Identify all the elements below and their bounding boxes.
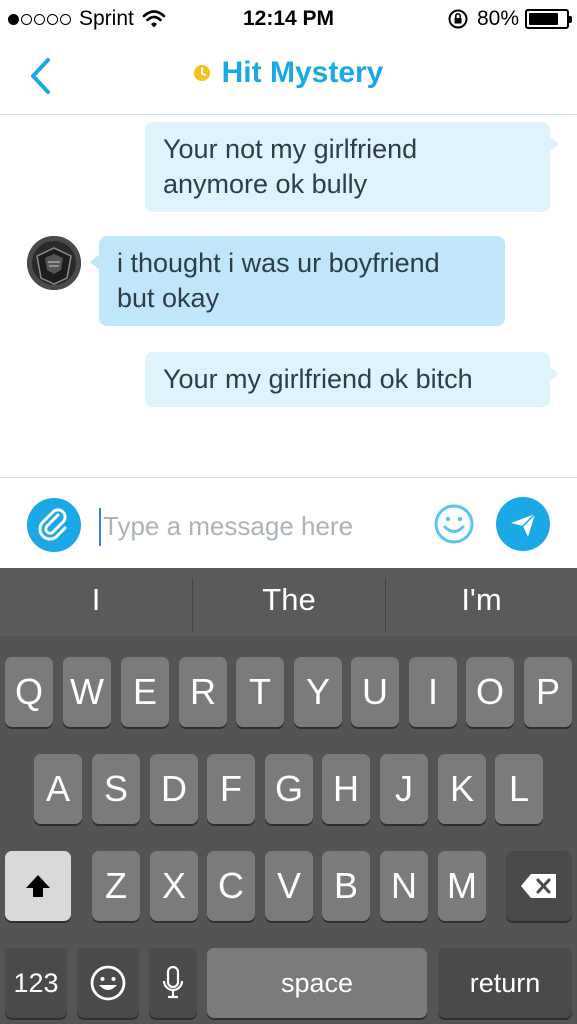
key-f[interactable]: F xyxy=(207,754,255,824)
send-button[interactable] xyxy=(496,497,550,551)
key-s[interactable]: S xyxy=(92,754,140,824)
suggestion-item[interactable]: I xyxy=(0,568,192,636)
message-bubble-incoming[interactable]: i thought i was ur boyfriend but okay xyxy=(90,236,505,326)
message-line: i thought i was ur boyfriend xyxy=(117,248,440,278)
return-key[interactable]: return xyxy=(438,948,572,1018)
key-w[interactable]: W xyxy=(63,657,111,727)
key-i[interactable]: I xyxy=(409,657,457,727)
key-r[interactable]: R xyxy=(179,657,227,727)
key-n[interactable]: N xyxy=(380,851,428,921)
key-u[interactable]: U xyxy=(351,657,399,727)
battery-percent: 80% xyxy=(476,7,519,30)
avatar-image xyxy=(27,236,81,290)
key-y[interactable]: Y xyxy=(294,657,342,727)
space-key[interactable]: space xyxy=(207,948,427,1018)
status-bar: Sprint 12:14 PM 80% xyxy=(0,0,577,38)
key-g[interactable]: G xyxy=(265,754,313,824)
key-k[interactable]: K xyxy=(438,754,486,824)
battery-fill xyxy=(529,13,558,25)
key-q[interactable]: Q xyxy=(5,657,53,727)
message-bubble-outgoing[interactable]: Your not my girlfriend anymore ok bully xyxy=(145,122,559,212)
key-v[interactable]: V xyxy=(265,851,313,921)
delete-key[interactable] xyxy=(506,851,572,921)
key-t[interactable]: T xyxy=(236,657,284,727)
key-e[interactable]: E xyxy=(121,657,169,727)
key-j[interactable]: J xyxy=(380,754,428,824)
message-input[interactable] xyxy=(103,504,423,548)
paperclip-icon xyxy=(38,508,67,541)
avatar[interactable] xyxy=(27,236,81,290)
key-o[interactable]: O xyxy=(466,657,514,727)
message-line: Your not my girlfriend xyxy=(163,134,418,164)
shift-key[interactable] xyxy=(5,851,71,921)
chat-header: Hit Mystery xyxy=(0,38,577,115)
text-cursor xyxy=(99,508,101,546)
status-right: 80% xyxy=(447,7,572,31)
dictation-key[interactable] xyxy=(149,948,197,1018)
shift-arrow-icon xyxy=(26,875,50,897)
suggestion-bar: I The I'm xyxy=(0,568,577,636)
key-m[interactable]: M xyxy=(438,851,486,921)
key-a[interactable]: A xyxy=(34,754,82,824)
key-z[interactable]: Z xyxy=(92,851,140,921)
key-h[interactable]: H xyxy=(322,754,370,824)
key-p[interactable]: P xyxy=(524,657,572,727)
key-l[interactable]: L xyxy=(495,754,543,824)
microphone-icon xyxy=(162,965,184,999)
numbers-key[interactable]: 123 xyxy=(5,948,67,1018)
message-bubble-outgoing[interactable]: Your my girlfriend ok bitch xyxy=(145,352,559,407)
attach-button[interactable] xyxy=(27,498,81,552)
away-status-icon xyxy=(193,65,210,81)
composer-bar xyxy=(0,477,577,568)
contact-name[interactable]: Hit Mystery xyxy=(222,56,384,90)
battery-icon xyxy=(525,9,572,29)
message-line: anymore ok bully xyxy=(163,169,368,199)
emoji-button[interactable] xyxy=(433,503,475,545)
keyboard: I The I'm Q W E R T Y U I O P A S D F G … xyxy=(0,568,577,1024)
orientation-lock-icon xyxy=(448,9,468,29)
emoji-keyboard-key[interactable] xyxy=(77,948,139,1018)
backspace-icon xyxy=(521,874,556,898)
suggestion-item[interactable]: The xyxy=(193,568,385,636)
contact-title-wrap[interactable]: Hit Mystery xyxy=(0,56,577,90)
message-line: Your my girlfriend ok bitch xyxy=(163,364,473,394)
send-icon xyxy=(511,513,536,537)
key-c[interactable]: C xyxy=(207,851,255,921)
key-d[interactable]: D xyxy=(150,754,198,824)
message-list: Your not my girlfriend anymore ok bully … xyxy=(0,116,577,477)
key-x[interactable]: X xyxy=(150,851,198,921)
smiley-icon xyxy=(90,965,126,1001)
message-line: but okay xyxy=(117,283,220,313)
key-b[interactable]: B xyxy=(322,851,370,921)
suggestion-item[interactable]: I'm xyxy=(386,568,577,636)
